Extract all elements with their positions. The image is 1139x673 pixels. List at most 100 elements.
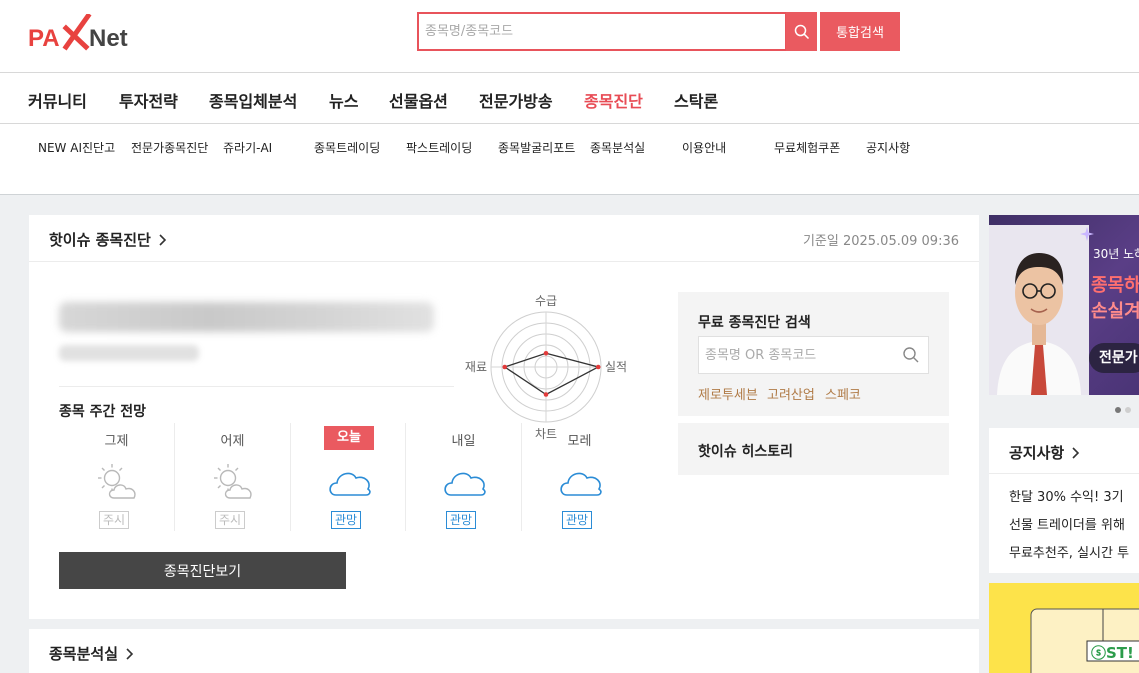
subnav-discovery-report[interactable]: 종목발굴리포트 [498,139,575,156]
analysis-room-title-link[interactable]: 종목분석실 [49,643,135,664]
view-diagnosis-button[interactable]: 종목진단보기 [59,552,346,589]
ad2-text: ⓢST! [1091,644,1134,662]
subnav-expert-diagnosis[interactable]: 전문가종목진단 [131,139,208,156]
free-search-link[interactable]: 고려산업 [767,384,815,403]
radar-axis-label: 재료 [465,360,487,374]
sub-nav: NEW AI진단고 전문가종목진단 쥬라기-AI 종목트레이딩 팍스트레이딩 종… [0,124,1139,195]
subnav-analysis-room[interactable]: 종목분석실 [590,139,645,156]
notice-item[interactable]: 선물 트레이더를 위해 [1009,514,1125,533]
day-label: 오늘 [324,426,374,450]
nav-community[interactable]: 커뮤니티 [28,88,87,112]
free-search-panel: 무료 종목진단 검색 제로투세븐 고려산업 스페코 [678,292,949,416]
card-header: 핫이슈 종목진단 기준일 2025.05.09 09:36 [29,215,979,262]
analysis-room-title: 종목분석실 [49,645,119,663]
day-forecast: 모레관망 [522,423,637,531]
sun-cloud-icon [210,461,256,501]
forecast-status-badge: 주시 [99,511,130,529]
hot-issue-title-link[interactable]: 핫이슈 종목진단 [49,229,168,250]
paxnet-logo[interactable]: PA Net [28,12,146,54]
radar-axis-label: 수급 [535,294,557,308]
search-box [417,12,787,51]
weekly-outlook-title: 종목 주간 전망 [59,404,147,420]
ad-headline: 손실겨 [1091,301,1139,322]
subnav-jurassic-ai[interactable]: 쥬라기-AI [223,139,272,156]
radar-point [543,392,549,397]
nav-news[interactable]: 뉴스 [329,88,358,112]
subnav-stock-trading[interactable]: 종목트레이딩 [314,139,380,156]
sparkle-icon [1080,227,1094,241]
chevron-right-icon [159,234,167,246]
day-label: 모레 [567,434,592,449]
sun-cloud-icon [94,461,140,501]
nav-analysis-3d[interactable]: 종목입체분석 [209,88,297,112]
radar-point [595,364,601,370]
day-forecast: 내일관망 [406,423,521,531]
ad-text-line: 30년 노하 [1093,247,1139,261]
ad-headline: 종목하 [1091,275,1139,296]
forecast-status-badge: 관망 [331,511,362,529]
cloud-icon [557,461,603,501]
day-separator [405,423,406,531]
history-panel: 핫이슈 히스토리 [678,423,949,475]
base-date: 기준일 2025.05.09 09:36 [802,234,959,249]
forecast-status-badge: 주시 [215,511,246,529]
divider [989,473,1139,474]
nav-stock-diagnosis[interactable]: 종목진단 [584,88,643,112]
day-label: 그제 [104,434,129,449]
radar-chart: 수급실적차트재료 [465,294,627,441]
divider [59,386,454,387]
day-forecast: 오늘관망 [291,423,406,531]
day-separator [521,423,522,531]
blurred-stock-name [59,302,434,332]
svg-text:Net: Net [89,25,128,52]
unified-search-button[interactable]: 통합검색 [820,12,900,51]
day-label: 내일 [451,434,476,449]
free-search-box [698,336,929,374]
chevron-right-icon [126,648,134,660]
search-input[interactable] [419,14,785,49]
ad-banner-2[interactable]: ⓢST! [989,583,1139,673]
subnav-notice[interactable]: 공지사항 [866,139,910,156]
nav-stock-loan[interactable]: 스탁론 [674,88,718,112]
free-search-link[interactable]: 제로투세븐 [698,384,758,403]
header: PA Net 통합검색 [0,0,1139,72]
forecast-status-badge: 관망 [446,511,477,529]
day-separator [174,423,175,531]
notice-item[interactable]: 무료추천주, 실시간 투 [1009,542,1129,561]
day-forecast: 그제주시 [59,423,174,531]
notice-title: 공지사항 [1009,444,1065,462]
analysis-room-card: 종목분석실 [29,629,979,673]
notice-item[interactable]: 한달 30% 수익! 3기 [1009,486,1124,505]
search-icon[interactable] [902,346,920,364]
nav-futures-options[interactable]: 선물옵션 [389,88,448,112]
cloud-icon [326,461,372,501]
notice-card: 공지사항 한달 30% 수익! 3기 선물 트레이더를 위해 무료추천주, 실시… [989,428,1139,573]
expert-photo [989,225,1089,395]
hot-issue-card: 핫이슈 종목진단 기준일 2025.05.09 09:36 종목 주간 전망 종… [29,215,979,619]
nav-strategy[interactable]: 투자전략 [119,88,178,112]
subnav-usage-guide[interactable]: 이용안내 [682,139,726,156]
main-nav: 커뮤니티 투자전략 종목입체분석 뉴스 선물옵션 전문가방송 종목진단 스탁론 [0,72,1139,124]
radar-axis-label: 실적 [605,360,627,374]
free-search-link[interactable]: 스페코 [825,384,861,403]
blurred-stock-info [59,345,199,361]
ad-dot[interactable] [1115,407,1121,413]
subnav-free-coupon[interactable]: 무료체험쿠폰 [774,139,840,156]
subnav-pax-trading[interactable]: 팍스트레이딩 [406,139,472,156]
notice-title-link[interactable]: 공지사항 [1009,442,1081,463]
radar-point [543,350,549,356]
hot-issue-history-link[interactable]: 핫이슈 히스토리 [698,441,793,461]
ad-pagination [989,402,1139,416]
nav-expert-broadcast[interactable]: 전문가방송 [479,88,553,112]
day-label: 어제 [220,434,245,449]
search-button[interactable] [786,12,817,51]
chevron-right-icon [1072,447,1080,459]
ad-dot[interactable] [1125,407,1131,413]
ad-banner[interactable]: 30년 노하 종목하 손실겨 전문가 [989,215,1139,395]
day-separator [290,423,291,531]
free-search-input[interactable] [699,337,889,373]
search-icon [794,24,809,39]
forecast-status-badge: 관망 [562,511,593,529]
ad-pill-label: 전문가 [1089,343,1139,373]
subnav-ai-diagnosis[interactable]: NEW AI진단고 [38,139,115,156]
